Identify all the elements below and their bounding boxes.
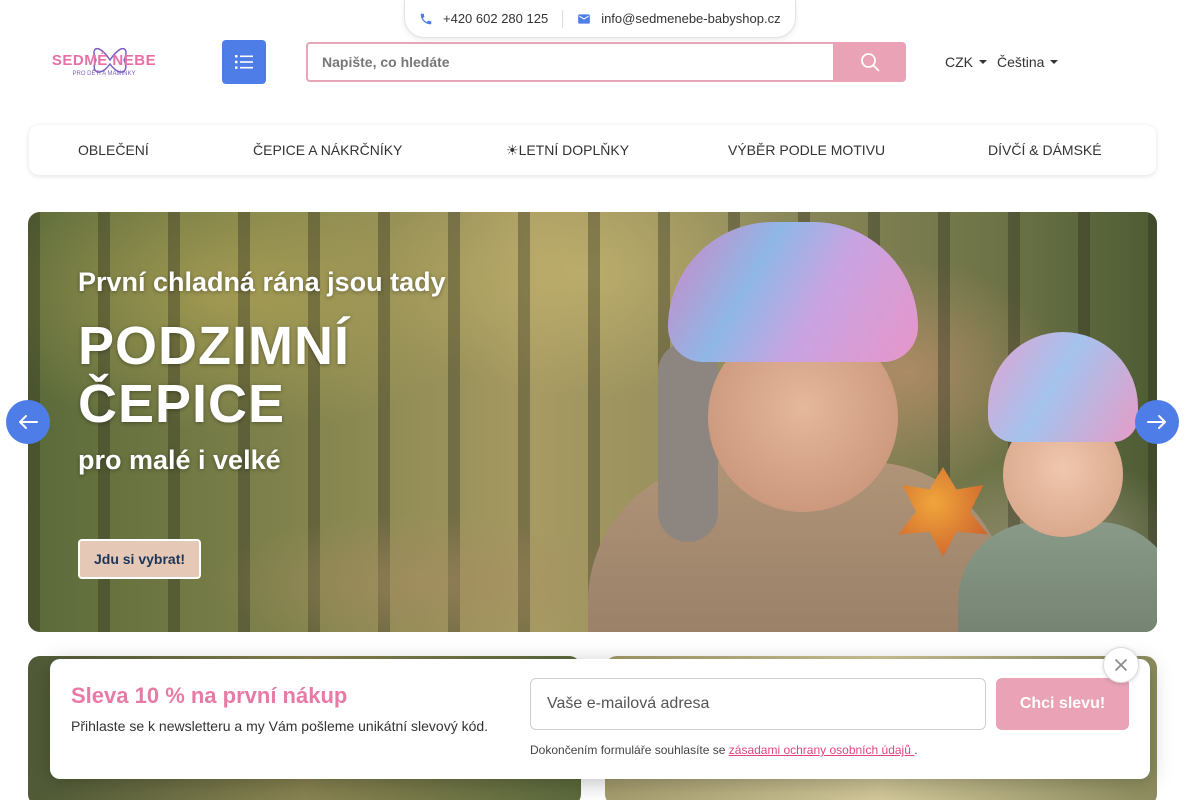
privacy-policy-link[interactable]: zásadami ochrany osobních údajů <box>729 743 914 757</box>
hero-banner[interactable]: První chladná rána jsou tady PODZIMNÍ ČE… <box>28 212 1157 632</box>
currency-value: CZK <box>945 54 973 70</box>
consent-text: Dokončením formuláře souhlasíte se <box>530 743 729 757</box>
close-icon <box>1115 659 1127 671</box>
arrow-right-icon <box>1147 415 1166 429</box>
phone-number: +420 602 280 125 <box>443 11 549 26</box>
nav-item-divci-damske[interactable]: DÍVČÍ & DÁMSKÉ <box>988 142 1102 158</box>
contact-bar: +420 602 280 125 info@sedmenebe-babyshop… <box>404 0 796 38</box>
nav-item-label: OBLEČENÍ <box>78 142 149 158</box>
hero-photo-girl-coat <box>958 522 1157 632</box>
site-logo[interactable]: SEDMÉ NEBE PRO DĚTI A MAMINKY <box>46 38 162 86</box>
search-input[interactable] <box>306 42 833 82</box>
search-bar <box>306 42 906 82</box>
newsletter-consent: Dokončením formuláře souhlasíte se zásad… <box>530 743 918 757</box>
nav-item-label: DÍVČÍ & DÁMSKÉ <box>988 142 1102 158</box>
phone-link[interactable]: +420 602 280 125 <box>419 11 548 26</box>
hero-cta-button[interactable]: Jdu si vybrat! <box>78 539 201 579</box>
newsletter-text: Přihlaste se k newsletteru a my Vám pošl… <box>71 718 489 734</box>
newsletter-title: Sleva 10 % na první nákup <box>71 683 348 708</box>
newsletter-submit-button[interactable]: Chci slevu! <box>996 678 1129 730</box>
email-address: info@sedmenebe-babyshop.cz <box>601 11 781 26</box>
nav-item-vyber-podle-motivu[interactable]: VÝBĚR PODLE MOTIVU <box>728 142 885 158</box>
sun-icon: ☀ <box>506 142 519 158</box>
hero-tagline: pro malé i velké <box>78 445 281 475</box>
nav-item-label: ČEPICE A NÁKRČNÍKY <box>253 142 403 158</box>
list-icon <box>235 55 253 69</box>
consent-suffix: . <box>914 743 918 757</box>
search-icon <box>860 53 879 72</box>
chevron-down-icon <box>979 60 987 64</box>
nav-item-label: LETNÍ DOPLŇKY <box>518 142 630 158</box>
hero-title-line-2: ČEPICE <box>78 374 286 434</box>
logo-tagline: PRO DĚTI A MAMINKY <box>72 71 136 77</box>
language-value: Čeština <box>997 54 1045 70</box>
hero-path <box>208 512 628 632</box>
nav-item-cepice[interactable]: ČEPICE A NÁKRČNÍKY <box>253 142 402 158</box>
mail-icon <box>578 13 591 24</box>
logo-text: SEDMÉ NEBE <box>51 52 157 69</box>
newsletter-email-input[interactable] <box>530 678 986 730</box>
currency-select[interactable]: CZK <box>945 54 987 70</box>
page: +420 602 280 125 info@sedmenebe-babyshop… <box>0 0 1200 800</box>
hero-subtitle: První chladná rána jsou tady <box>78 267 446 297</box>
contact-divider <box>562 9 564 28</box>
category-nav: OBLEČENÍ ČEPICE A NÁKRČNÍKY ☀LETNÍ DOPLŇ… <box>29 125 1156 175</box>
newsletter-popup: Sleva 10 % na první nákup Přihlaste se k… <box>50 659 1150 779</box>
hero-text: První chladná rána jsou tady PODZIMNÍ ČE… <box>78 266 458 476</box>
search-button[interactable] <box>833 42 906 82</box>
categories-menu-button[interactable] <box>222 40 266 84</box>
hero-title-line-1: PODZIMNÍ <box>78 316 350 376</box>
nav-item-label: VÝBĚR PODLE MOTIVU <box>728 142 886 158</box>
phone-icon <box>420 13 432 24</box>
chevron-down-icon <box>1050 60 1059 64</box>
language-select[interactable]: Čeština <box>997 54 1059 70</box>
nav-item-obleceni[interactable]: OBLEČENÍ <box>78 142 149 158</box>
arrow-left-icon <box>19 415 38 429</box>
newsletter-close-button[interactable] <box>1103 647 1139 683</box>
carousel-next-button[interactable] <box>1135 400 1179 444</box>
email-link[interactable]: info@sedmenebe-babyshop.cz <box>577 11 781 26</box>
carousel-prev-button[interactable] <box>6 400 50 444</box>
hero-photo-woman-hair <box>658 342 718 542</box>
hero-title: PODZIMNÍ ČEPICE <box>78 317 458 433</box>
nav-item-letni-doplnky[interactable]: ☀LETNÍ DOPLŇKY <box>506 142 629 159</box>
